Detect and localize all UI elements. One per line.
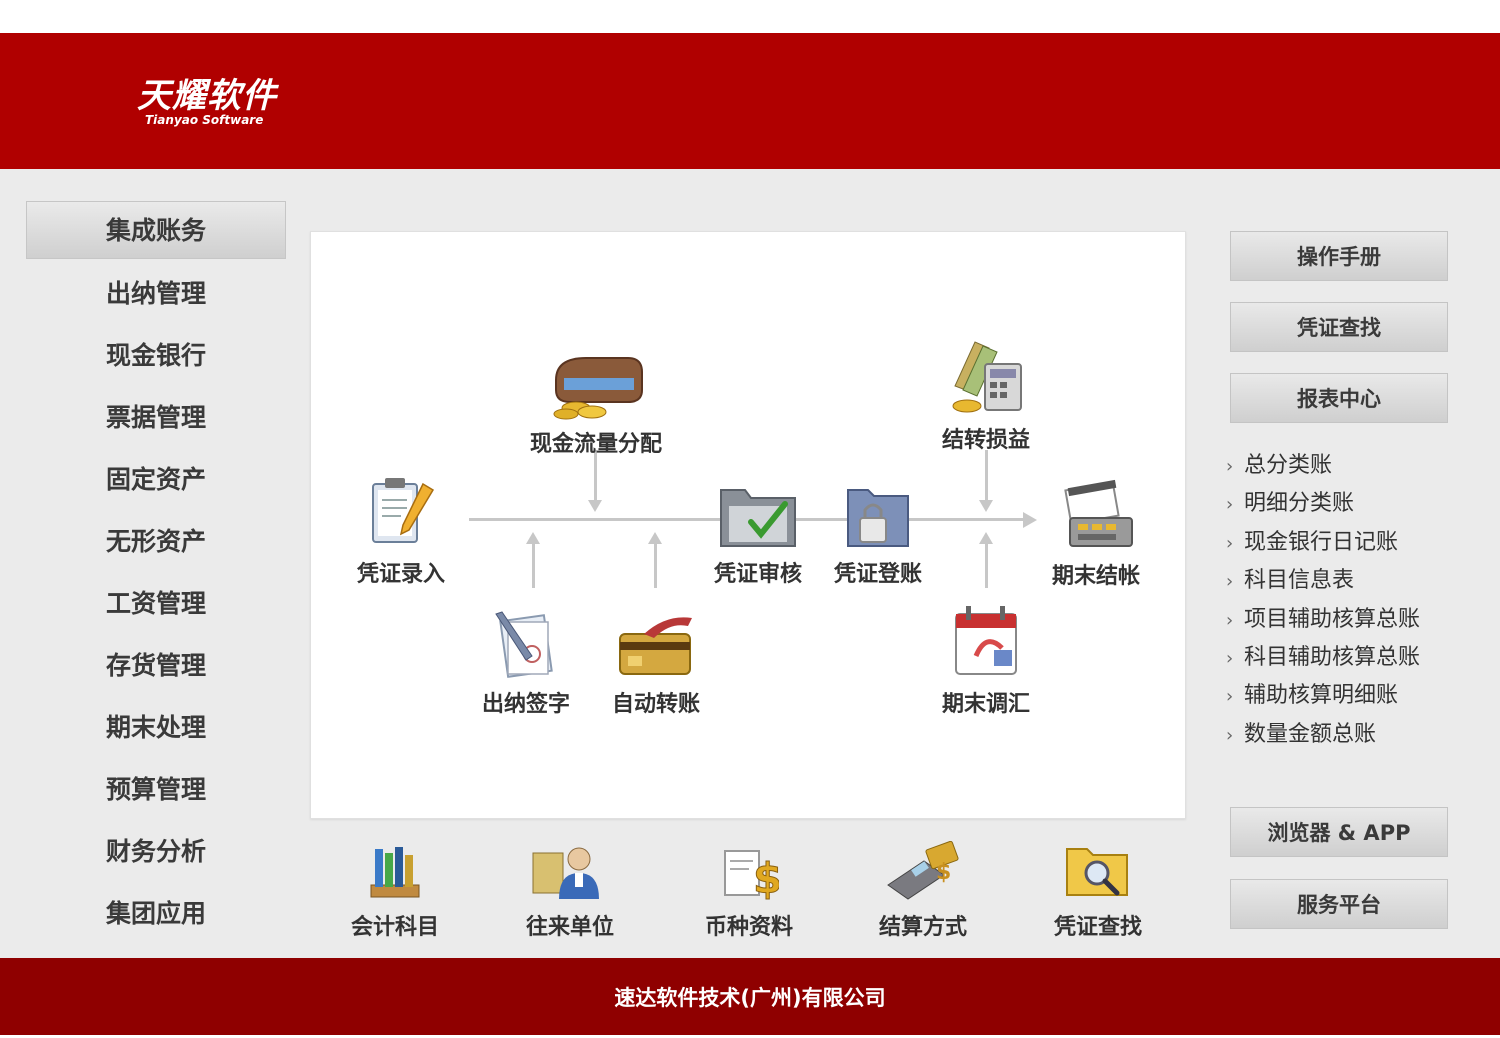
workflow-panel: 凭证录入 现金流量分配 出纳签字 自动转账 凭证审核 凭证登账 结转损益 期末调… [310, 231, 1186, 819]
bottom-label-voucher-search: 凭证查找 [1053, 915, 1142, 940]
bookshelf-icon [370, 847, 420, 898]
flow-node-period-close[interactable]: 期末结帐 [1041, 478, 1151, 590]
service-platform-button[interactable]: 服务平台 [1230, 879, 1448, 929]
folder-search-icon [1066, 848, 1128, 896]
flow-arrow-cashier-sign [532, 542, 535, 588]
flow-label-voucher-entry: 凭证录入 [356, 562, 445, 587]
flow-arrow-period-adjust [985, 542, 988, 588]
flow-label-period-adjust: 期末调汇 [941, 692, 1030, 717]
nav-item-budget[interactable]: 预算管理 [26, 759, 286, 821]
bottom-item-voucher-search[interactable]: 凭证查找 [1043, 841, 1153, 941]
chevron-right-icon: › [1226, 686, 1234, 708]
nav-item-integrated-accounting[interactable]: 集成账务 [26, 201, 286, 259]
folder-check-icon [720, 489, 796, 547]
bottom-item-settlement[interactable]: $ 结算方式 [868, 840, 978, 941]
report-link[interactable]: › 辅助核算明细账 [1226, 677, 1486, 715]
browser-app-button[interactable]: 浏览器 & APP [1230, 807, 1448, 857]
flow-node-auto-transfer[interactable]: 自动转账 [601, 608, 711, 718]
footer-company: 速达软件技术(广州)有限公司 [614, 986, 886, 1010]
flow-label-cashflow-alloc: 现金流量分配 [529, 432, 662, 457]
flow-label-voucher-post: 凭证登账 [833, 562, 922, 587]
chevron-right-icon: › [1226, 532, 1234, 554]
bottom-item-accounts[interactable]: 会计科目 [340, 841, 450, 941]
nav-item-bills[interactable]: 票据管理 [26, 387, 286, 449]
flow-node-cashier-sign[interactable]: 出纳签字 [471, 608, 581, 718]
header-bar: 天耀软件 Tianyao Software [0, 33, 1500, 169]
nav-item-cash-bank[interactable]: 现金银行 [26, 325, 286, 387]
bottom-item-currency[interactable]: $ 币种资料 [694, 841, 804, 941]
manual-button[interactable]: 操作手册 [1230, 231, 1448, 281]
footer-bar: 速达软件技术(广州)有限公司 [0, 958, 1500, 1035]
chevron-right-icon: › [1226, 456, 1234, 477]
bottom-label-partners: 往来单位 [525, 915, 614, 940]
report-link[interactable]: › 现金银行日记账 [1226, 524, 1486, 562]
cash-register-icon [1064, 479, 1133, 547]
bank-card-icon [619, 617, 692, 675]
basic-data-row: 会计科目 往来单位 $ 币种资料 $ 结算方式 凭证查找 [310, 840, 1184, 951]
nav-item-intangible-assets[interactable]: 无形资产 [26, 511, 286, 573]
svg-text:$: $ [753, 854, 779, 901]
chevron-right-icon: › [1226, 571, 1234, 593]
chevron-right-icon: › [1226, 724, 1234, 746]
flow-label-pl-transfer: 结转损益 [941, 428, 1030, 453]
flow-label-auto-transfer: 自动转账 [611, 692, 700, 717]
cash-calculator-icon [952, 341, 1022, 413]
report-links: › 总分类账 › 明细分类账 › 现金银行日记账 › 科目信息表 › 项目辅助核算总账 ›… [1226, 447, 1486, 754]
pos-terminal-icon: $ [887, 840, 959, 900]
brand-logo: 天耀软件 Tianyao Software [137, 77, 277, 127]
nav-item-financial-analysis[interactable]: 财务分析 [26, 821, 286, 883]
flow-node-cashflow-alloc[interactable]: 现金流量分配 [516, 350, 676, 458]
nav-item-period-end[interactable]: 期末处理 [26, 697, 286, 759]
nav-item-group[interactable]: 集团应用 [26, 883, 286, 945]
calendar-icon [955, 606, 1017, 675]
flow-node-voucher-post[interactable]: 凭证登账 [823, 482, 933, 588]
flow-label-voucher-audit: 凭证审核 [713, 562, 802, 587]
bottom-label-accounts: 会计科目 [350, 915, 439, 940]
brand-name-cn: 天耀软件 [137, 76, 277, 116]
flow-label-cashier-sign: 出纳签字 [481, 692, 570, 717]
dollar-doc-icon: $ [724, 850, 783, 904]
top-strip [0, 0, 1500, 33]
nav-item-fixed-assets[interactable]: 固定资产 [26, 449, 286, 511]
left-nav: 集成账务 出纳管理 现金银行 票据管理 固定资产 无形资产 工资管理 存货管理 … [26, 201, 286, 945]
clipboard-pencil-icon [372, 478, 435, 543]
report-link[interactable]: › 项目辅助核算总账 [1226, 601, 1486, 639]
report-link[interactable]: › 科目信息表 [1226, 562, 1486, 600]
flow-label-period-close: 期末结帐 [1051, 564, 1140, 589]
bottom-label-settlement: 结算方式 [878, 915, 967, 940]
report-link[interactable]: › 总分类账 [1226, 447, 1486, 485]
folder-lock-icon [847, 489, 909, 547]
report-center-button[interactable]: 报表中心 [1230, 373, 1448, 423]
svg-text:$: $ [936, 860, 951, 885]
report-link[interactable]: › 明细分类账 [1226, 485, 1486, 523]
nav-item-inventory[interactable]: 存货管理 [26, 635, 286, 697]
flow-node-voucher-audit[interactable]: 凭证审核 [703, 482, 813, 588]
flow-main-arrowhead [1023, 512, 1037, 528]
flow-node-period-adjust[interactable]: 期末调汇 [931, 602, 1041, 718]
flow-node-pl-transfer[interactable]: 结转损益 [931, 336, 1041, 454]
main-area: 集成账务 出纳管理 现金银行 票据管理 固定资产 无形资产 工资管理 存货管理 … [0, 169, 1500, 958]
wallet-coins-icon [553, 357, 643, 420]
nav-item-cashier[interactable]: 出纳管理 [26, 263, 286, 325]
chevron-right-icon: › [1226, 494, 1234, 516]
nav-item-payroll[interactable]: 工资管理 [26, 573, 286, 635]
report-link[interactable]: › 科目辅助核算总账 [1226, 639, 1486, 677]
bottom-label-currency: 币种资料 [704, 915, 793, 940]
document-pen-icon [495, 611, 553, 678]
flow-arrow-auto-transfer [654, 542, 657, 588]
users-icon [532, 847, 599, 899]
bottom-item-partners[interactable]: 往来单位 [515, 841, 625, 941]
report-link[interactable]: › 数量金额总账 [1226, 716, 1486, 754]
flow-node-voucher-entry[interactable]: 凭证录入 [351, 470, 451, 588]
chevron-right-icon: › [1226, 609, 1234, 631]
flow-arrow-pl-transfer [985, 450, 988, 502]
brand-name-en: Tianyao Software [145, 113, 264, 127]
voucher-search-button[interactable]: 凭证查找 [1230, 302, 1448, 352]
chevron-right-icon: › [1226, 647, 1234, 669]
